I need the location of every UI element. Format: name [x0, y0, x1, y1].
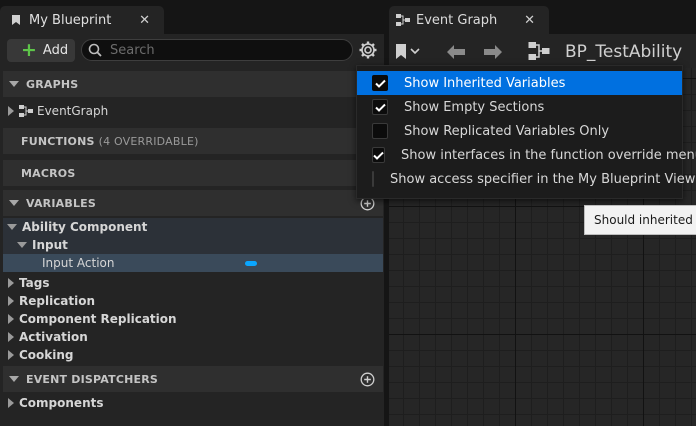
close-icon[interactable]: ✕: [524, 13, 535, 28]
add-circle-icon[interactable]: [360, 372, 375, 387]
dispatcher-category-label: Components: [19, 396, 104, 410]
variable-category-label: Cooking: [19, 348, 74, 362]
section-macros-label: MACROS: [21, 166, 76, 180]
settings-dropdown-menu: Show Inherited Variables Show Empty Sect…: [356, 65, 696, 199]
add-button-label: Add: [42, 43, 69, 58]
checkmark-icon: [373, 151, 384, 160]
search-icon: [88, 43, 102, 57]
expand-arrow-icon: [8, 314, 14, 324]
variable-category-replication[interactable]: Replication: [3, 292, 383, 310]
menu-item-label: Show Empty Sections: [404, 99, 545, 115]
collapse-arrow-icon: [9, 376, 19, 382]
blueprint-name: BP_TestAbility: [565, 42, 683, 62]
add-button[interactable]: + Add: [7, 39, 75, 62]
variable-category-input[interactable]: Input: [3, 236, 383, 254]
checkbox-checked[interactable]: [372, 147, 385, 163]
variable-item-input-action[interactable]: Input Action: [3, 254, 383, 272]
checkbox-unchecked[interactable]: [372, 123, 388, 139]
collapse-arrow-icon: [9, 81, 19, 87]
graph-item-eventgraph[interactable]: EventGraph: [3, 102, 383, 120]
bookmark-icon[interactable]: [395, 43, 423, 61]
section-graphs-label: GRAPHS: [26, 77, 79, 91]
variable-category-cooking[interactable]: Cooking: [3, 346, 383, 364]
section-functions-note: (4 OVERRIDABLE): [98, 134, 199, 148]
blueprint-tab-icon: [12, 15, 20, 25]
variable-category-label: Component Replication: [19, 312, 177, 326]
checkbox-unchecked[interactable]: [372, 171, 374, 187]
section-functions[interactable]: FUNCTIONS (4 OVERRIDABLE): [3, 128, 383, 154]
my-blueprint-tab-label: My Blueprint: [29, 12, 112, 28]
variable-category-label: Input: [32, 238, 68, 252]
expand-arrow-icon: [8, 106, 14, 116]
dispatcher-category-components[interactable]: Components: [3, 394, 383, 412]
expand-arrow-icon: [8, 350, 14, 360]
variable-category-label: Ability Component: [22, 220, 148, 234]
graph-item-label: EventGraph: [37, 104, 109, 118]
menu-item-show-inherited-variables[interactable]: Show Inherited Variables: [357, 71, 682, 95]
menu-item-label: Show Replicated Variables Only: [404, 123, 610, 139]
variable-category-label: Tags: [19, 276, 50, 290]
menu-item-show-interfaces-in-override-menu[interactable]: Show interfaces in the function override…: [357, 143, 696, 167]
menu-item-label: Show access specifier in the My Blueprin…: [390, 171, 696, 187]
tooltip-text: Should inherited va: [594, 213, 696, 227]
section-functions-label: FUNCTIONS: [21, 134, 95, 148]
variable-type-pill-icon: [245, 261, 257, 266]
menu-item-show-replicated-variables-only[interactable]: Show Replicated Variables Only: [357, 119, 682, 143]
graph-nodes-icon: [396, 14, 410, 26]
menu-item-label: Show Inherited Variables: [404, 75, 566, 91]
variable-category-activation[interactable]: Activation: [3, 328, 383, 346]
checkmark-icon: [374, 103, 386, 112]
menu-item-label: Show interfaces in the function override…: [401, 147, 696, 163]
variable-category-tags[interactable]: Tags: [3, 274, 383, 292]
section-macros[interactable]: MACROS: [3, 160, 383, 186]
forward-arrow-icon[interactable]: [482, 44, 504, 60]
collapse-arrow-icon: [9, 200, 19, 206]
expand-arrow-icon: [8, 332, 14, 342]
variable-category-component-replication[interactable]: Component Replication: [3, 310, 383, 328]
expand-arrow-icon: [8, 278, 14, 288]
checkmark-icon: [374, 79, 386, 88]
graph-nodes-icon: [19, 105, 33, 117]
checkbox-checked[interactable]: [372, 75, 388, 91]
my-blueprint-tab[interactable]: My Blueprint ✕: [0, 6, 164, 34]
collapse-arrow-icon: [17, 242, 27, 248]
section-graphs[interactable]: GRAPHS: [3, 71, 383, 97]
expand-arrow-icon: [8, 296, 14, 306]
event-graph-tab-label: Event Graph: [416, 12, 498, 28]
back-arrow-icon[interactable]: [445, 44, 467, 60]
section-event-dispatchers[interactable]: EVENT DISPATCHERS: [3, 366, 383, 392]
section-variables[interactable]: VARIABLES: [3, 190, 383, 216]
tooltip: Should inherited va: [584, 205, 696, 235]
variable-item-label: Input Action: [42, 256, 115, 270]
event-graph-tab[interactable]: Event Graph ✕: [389, 6, 549, 34]
plus-icon: +: [21, 39, 37, 61]
menu-item-show-access-specifier[interactable]: Show access specifier in the My Blueprin…: [357, 167, 695, 191]
expand-arrow-icon: [8, 398, 14, 408]
search-input[interactable]: [108, 41, 342, 59]
close-icon[interactable]: ✕: [139, 13, 150, 28]
collapse-arrow-icon: [7, 224, 17, 230]
variable-category-label: Activation: [19, 330, 88, 344]
section-event-dispatchers-label: EVENT DISPATCHERS: [26, 372, 159, 386]
checkbox-checked[interactable]: [372, 99, 388, 115]
menu-item-show-empty-sections[interactable]: Show Empty Sections: [357, 95, 682, 119]
variable-category-label: Replication: [19, 294, 96, 308]
graph-nodes-icon: [528, 42, 550, 60]
section-variables-label: VARIABLES: [26, 196, 96, 210]
search-box[interactable]: [81, 39, 353, 61]
gear-icon[interactable]: [358, 40, 378, 60]
variable-category-ability-component[interactable]: Ability Component: [3, 218, 383, 236]
